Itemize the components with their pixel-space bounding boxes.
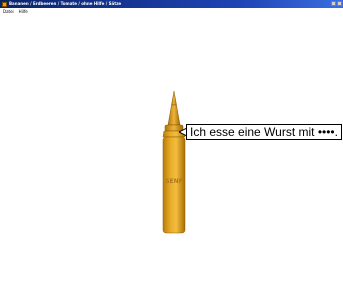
sentence-bubble: Ich esse eine Wurst mit ••••.	[186, 124, 342, 140]
menu-bar: Datei Hilfe	[0, 8, 343, 15]
close-icon[interactable]	[337, 1, 342, 6]
window-title: Bananen / Erdbeeren / Tomate / ohne Hilf…	[9, 1, 122, 6]
app-icon	[2, 1, 7, 7]
window-controls	[331, 1, 342, 6]
sentence-text: Ich esse eine Wurst mit ••••.	[190, 125, 338, 139]
title-bar[interactable]: Bananen / Erdbeeren / Tomate / ohne Hilf…	[0, 0, 343, 8]
mustard-bottle-image[interactable]: SENF	[160, 91, 188, 235]
menu-item-datei[interactable]: Datei	[3, 8, 14, 15]
app-window: Bananen / Erdbeeren / Tomate / ohne Hilf…	[0, 0, 343, 287]
exercise-stage: SENF Ich esse eine Wurst mit ••••.	[0, 15, 343, 287]
menu-item-hilfe[interactable]: Hilfe	[19, 8, 28, 15]
bottle-label: SENF	[165, 178, 183, 185]
minimize-icon[interactable]	[331, 1, 336, 6]
